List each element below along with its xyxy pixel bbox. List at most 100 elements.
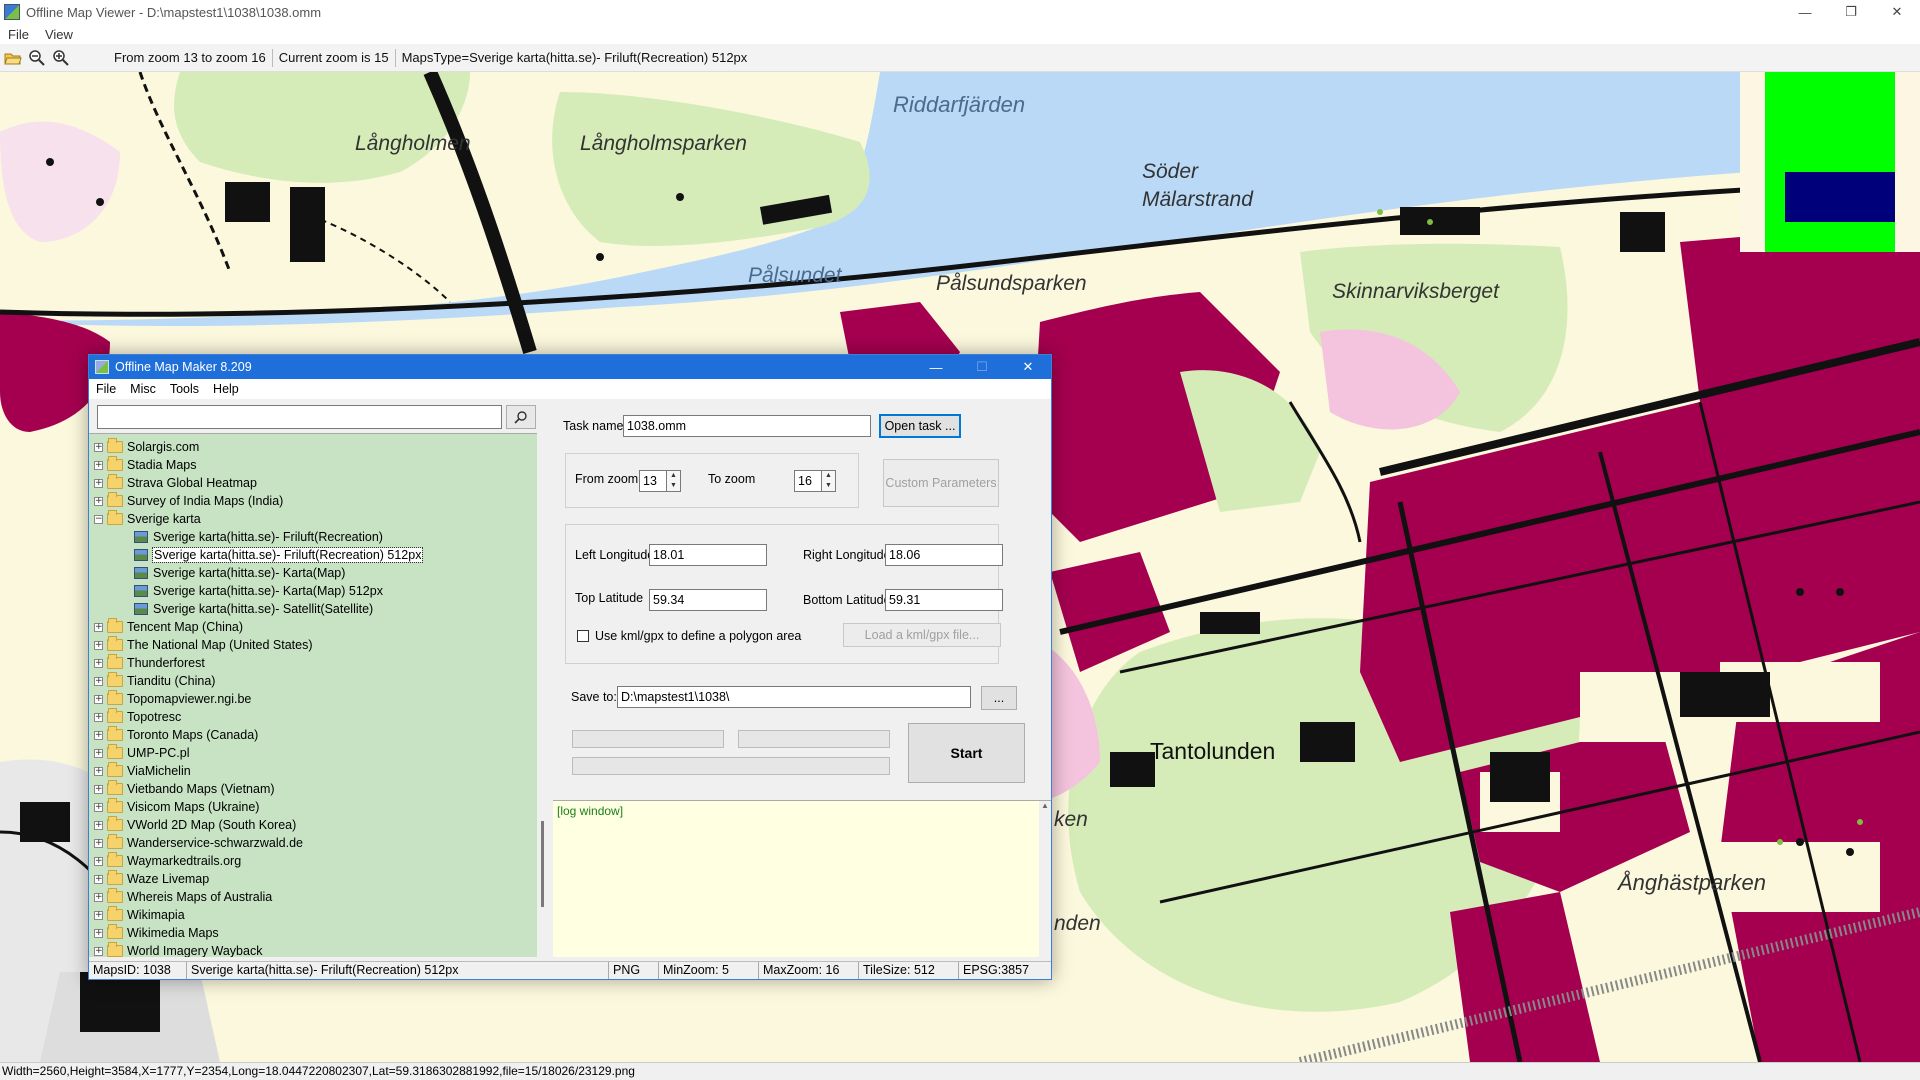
maximize-button[interactable]: ❐ bbox=[1828, 0, 1874, 24]
use-kml-checkbox[interactable] bbox=[577, 630, 589, 642]
tree-folder-item[interactable]: + World Imagery Wayback bbox=[94, 942, 262, 957]
search-icon bbox=[514, 411, 527, 424]
expand-icon[interactable]: + bbox=[94, 460, 103, 470]
tree-folder-item[interactable]: + Stadia Maps bbox=[94, 456, 196, 474]
tree-folder-item[interactable]: + VWorld 2D Map (South Korea) bbox=[94, 816, 296, 834]
search-button[interactable] bbox=[506, 405, 536, 429]
to-zoom-spinner[interactable]: ▲ ▼ bbox=[822, 470, 836, 492]
save-to-field[interactable]: D:\mapstest1\1038\ bbox=[617, 686, 971, 708]
expand-icon[interactable]: + bbox=[94, 442, 103, 452]
tree-folder-item[interactable]: + Tencent Map (China) bbox=[94, 618, 243, 636]
tree-map-item[interactable]: Sverige karta(hitta.se)- Satellit(Satell… bbox=[134, 600, 373, 618]
dialog-menu-file[interactable]: File bbox=[89, 382, 123, 396]
tree-folder-item[interactable]: + Strava Global Heatmap bbox=[94, 474, 257, 492]
bottom-latitude-field[interactable]: 59.31 bbox=[885, 589, 1003, 611]
expand-icon[interactable]: + bbox=[94, 640, 103, 650]
status-epsg: EPSG:3857 bbox=[963, 963, 1030, 977]
tree-map-item[interactable]: Sverige karta(hitta.se)- Karta(Map) 512p… bbox=[134, 582, 383, 600]
tree-folder-item[interactable]: − Sverige karta bbox=[94, 510, 201, 528]
from-zoom-spinner[interactable]: ▲ ▼ bbox=[667, 470, 681, 492]
dialog-menu-misc[interactable]: Misc bbox=[123, 382, 163, 396]
browse-button[interactable]: ... bbox=[981, 686, 1017, 710]
left-longitude-field[interactable]: 18.01 bbox=[649, 544, 767, 566]
tree-map-item[interactable]: Sverige karta(hitta.se)- Friluft(Recreat… bbox=[134, 546, 424, 564]
tree-scrollbar[interactable] bbox=[538, 433, 549, 957]
expand-icon[interactable]: + bbox=[94, 496, 103, 506]
map-source-tree[interactable]: + Solargis.com + Stadia Maps + Strava Global … bbox=[89, 433, 537, 957]
expand-icon[interactable]: + bbox=[94, 694, 103, 704]
expand-icon[interactable]: + bbox=[94, 910, 103, 920]
tree-folder-item[interactable]: + Vietbando Maps (Vietnam) bbox=[94, 780, 275, 798]
right-longitude-field[interactable]: 18.06 bbox=[885, 544, 1003, 566]
expand-icon[interactable]: + bbox=[94, 766, 103, 776]
tree-folder-item[interactable]: + ViaMichelin bbox=[94, 762, 191, 780]
expand-icon[interactable]: + bbox=[94, 820, 103, 830]
expand-icon[interactable]: + bbox=[94, 712, 103, 722]
folder-icon bbox=[107, 870, 123, 885]
tree-map-item[interactable]: Sverige karta(hitta.se)- Karta(Map) bbox=[134, 564, 345, 582]
tree-folder-item[interactable]: + Wanderservice-schwarzwald.de bbox=[94, 834, 303, 852]
expand-icon[interactable]: + bbox=[94, 658, 103, 668]
tree-folder-item[interactable]: + Waze Livemap bbox=[94, 870, 209, 888]
zoom-out-button[interactable] bbox=[26, 47, 48, 69]
tree-folder-item[interactable]: + Thunderforest bbox=[94, 654, 205, 672]
tree-folder-item[interactable]: + Visicom Maps (Ukraine) bbox=[94, 798, 259, 816]
dialog-menu-help[interactable]: Help bbox=[206, 382, 246, 396]
tree-scrollbar-thumb[interactable] bbox=[541, 821, 544, 907]
expand-icon[interactable]: + bbox=[94, 676, 103, 686]
tree-folder-item[interactable]: + Topotresc bbox=[94, 708, 181, 726]
tree-folder-item[interactable]: + Topomapviewer.ngi.be bbox=[94, 690, 251, 708]
open-folder-button[interactable] bbox=[2, 47, 24, 69]
expand-icon[interactable]: + bbox=[94, 892, 103, 902]
tree-folder-item[interactable]: + Toronto Maps (Canada) bbox=[94, 726, 258, 744]
tree-folder-item[interactable]: + Waymarkedtrails.org bbox=[94, 852, 241, 870]
expand-icon[interactable]: + bbox=[94, 838, 103, 848]
tree-folder-item[interactable]: + Whereis Maps of Australia bbox=[94, 888, 272, 906]
log-window[interactable]: [log window] ▲ bbox=[553, 800, 1051, 958]
progress-bar-total bbox=[572, 757, 890, 775]
open-task-button[interactable]: Open task ... bbox=[879, 414, 961, 438]
current-zoom-text: Current zoom is 15 bbox=[273, 48, 396, 67]
overview-minimap[interactable] bbox=[1740, 72, 1920, 252]
top-latitude-field[interactable]: 59.34 bbox=[649, 589, 767, 611]
menu-view[interactable]: View bbox=[37, 27, 81, 42]
expand-icon[interactable]: + bbox=[94, 784, 103, 794]
tree-folder-item[interactable]: + Tianditu (China) bbox=[94, 672, 215, 690]
expand-icon[interactable]: + bbox=[94, 622, 103, 632]
close-button[interactable]: ✕ bbox=[1874, 0, 1920, 24]
tree-folder-item[interactable]: + UMP-PC.pl bbox=[94, 744, 190, 762]
folder-icon bbox=[107, 924, 123, 939]
start-button[interactable]: Start bbox=[908, 723, 1025, 783]
expand-icon[interactable]: + bbox=[94, 946, 103, 956]
tree-item-label: Thunderforest bbox=[127, 656, 205, 670]
search-input[interactable] bbox=[97, 405, 502, 429]
collapse-icon[interactable]: − bbox=[94, 514, 103, 524]
expand-icon[interactable]: + bbox=[94, 748, 103, 758]
tree-map-item[interactable]: Sverige karta(hitta.se)- Friluft(Recreat… bbox=[134, 528, 383, 546]
tree-folder-item[interactable]: + Survey of India Maps (India) bbox=[94, 492, 283, 510]
expand-icon[interactable]: + bbox=[94, 478, 103, 488]
dialog-minimize-button[interactable]: — bbox=[913, 355, 959, 379]
log-scrollbar[interactable]: ▲ bbox=[1039, 801, 1051, 958]
tree-item-label: Waze Livemap bbox=[127, 872, 210, 886]
tree-folder-item[interactable]: + Wikimapia bbox=[94, 906, 185, 924]
zoom-out-icon bbox=[29, 49, 45, 66]
zoom-in-button[interactable] bbox=[50, 47, 72, 69]
tree-folder-item[interactable]: + The National Map (United States) bbox=[94, 636, 313, 654]
folder-icon bbox=[107, 744, 123, 759]
dialog-menu-tools[interactable]: Tools bbox=[163, 382, 206, 396]
tree-folder-item[interactable]: + Wikimedia Maps bbox=[94, 924, 219, 942]
dialog-close-button[interactable]: ✕ bbox=[1005, 355, 1051, 379]
expand-icon[interactable]: + bbox=[94, 856, 103, 866]
expand-icon[interactable]: + bbox=[94, 874, 103, 884]
tree-folder-item[interactable]: + Solargis.com bbox=[94, 438, 199, 456]
tree-item-label: Sverige karta(hitta.se)- Karta(Map) 512p… bbox=[153, 584, 383, 598]
from-zoom-field[interactable]: 13 bbox=[639, 470, 667, 492]
minimize-button[interactable]: — bbox=[1782, 0, 1828, 24]
expand-icon[interactable]: + bbox=[94, 802, 103, 812]
to-zoom-field[interactable]: 16 bbox=[794, 470, 822, 492]
expand-icon[interactable]: + bbox=[94, 730, 103, 740]
expand-icon[interactable]: + bbox=[94, 928, 103, 938]
task-name-field[interactable]: 1038.omm bbox=[623, 415, 871, 437]
menu-file[interactable]: File bbox=[0, 27, 37, 42]
